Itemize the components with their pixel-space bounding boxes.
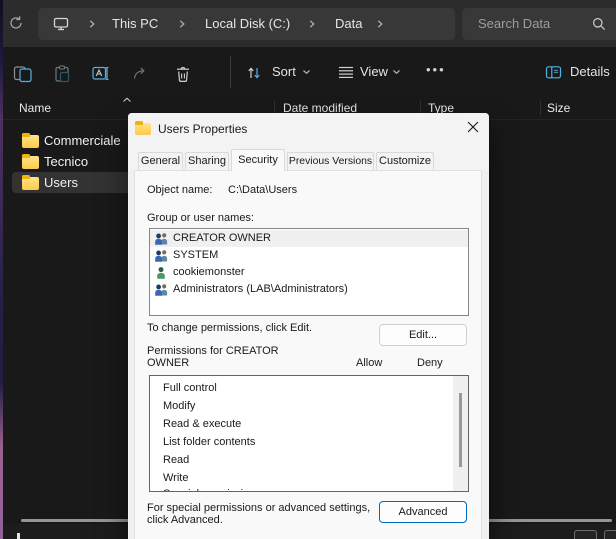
explorer-toolbar: Sort View ••• Details bbox=[3, 47, 616, 96]
group-name: CREATOR OWNER bbox=[173, 230, 271, 247]
chevron-right-icon bbox=[308, 19, 316, 29]
users-properties-dialog: Users Properties General Sharing Securit… bbox=[128, 113, 489, 539]
group-row-administrators[interactable]: Administrators (LAB\Administrators) bbox=[150, 281, 468, 298]
advanced-hint-line2: click Advanced. bbox=[147, 514, 223, 526]
object-name-value: C:\Data\Users bbox=[228, 184, 297, 196]
permissions-for-label-line1: Permissions for CREATOR bbox=[147, 345, 279, 357]
details-label: Details bbox=[570, 47, 610, 96]
search-icon bbox=[592, 17, 606, 31]
group-user-listbox[interactable]: CREATOR OWNER SYSTEM cookiemonster Admin… bbox=[149, 228, 469, 316]
dialog-title: Users Properties bbox=[158, 113, 247, 145]
edit-button[interactable]: Edit... bbox=[379, 324, 467, 346]
group-name: Administrators (LAB\Administrators) bbox=[173, 281, 348, 298]
details-view-toggle-button[interactable] bbox=[574, 530, 597, 539]
sort-ascending-icon bbox=[122, 97, 132, 103]
breadcrumb-this-pc[interactable]: This PC bbox=[112, 8, 158, 40]
breadcrumb: This PC Local Disk (C:) Data bbox=[38, 8, 455, 40]
user-icon bbox=[154, 266, 169, 279]
chevron-right-icon bbox=[178, 19, 186, 29]
permissions-scrollbar[interactable] bbox=[453, 376, 468, 491]
refresh-button[interactable] bbox=[8, 15, 30, 33]
tab-customize[interactable]: Customize bbox=[376, 152, 434, 170]
group-name: cookiemonster bbox=[173, 264, 245, 281]
file-name: Users bbox=[44, 172, 78, 193]
group-name: SYSTEM bbox=[173, 247, 218, 264]
delete-icon[interactable] bbox=[175, 65, 191, 83]
file-name: Tecnico bbox=[44, 151, 88, 172]
object-name-label: Object name: bbox=[147, 184, 212, 196]
change-permissions-hint: To change permissions, click Edit. bbox=[147, 322, 312, 334]
search-placeholder: Search Data bbox=[478, 8, 550, 40]
refresh-icon bbox=[8, 15, 24, 31]
sort-icon bbox=[246, 65, 262, 81]
tab-sharing[interactable]: Sharing bbox=[185, 152, 229, 170]
search-box[interactable]: Search Data bbox=[462, 8, 616, 40]
permission-row-list-folder-contents[interactable]: List folder contents bbox=[163, 433, 255, 451]
permission-row-read-execute[interactable]: Read & execute bbox=[163, 415, 241, 433]
page: This PC Local Disk (C:) Data Search Data… bbox=[0, 0, 616, 539]
group-or-user-names-label: Group or user names: bbox=[147, 212, 254, 224]
sort-label: Sort bbox=[272, 47, 296, 96]
advanced-hint-line1: For special permissions or advanced sett… bbox=[147, 502, 370, 514]
chevron-down-icon bbox=[392, 69, 401, 75]
close-icon bbox=[467, 121, 479, 133]
permission-row-special-permissions[interactable]: Special permissions bbox=[163, 485, 261, 492]
this-pc-icon bbox=[53, 17, 69, 31]
breadcrumb-data[interactable]: Data bbox=[335, 8, 362, 40]
folder-icon bbox=[22, 156, 39, 169]
status-item-count-clipped bbox=[17, 533, 20, 539]
view-label: View bbox=[360, 47, 388, 96]
chevron-right-icon bbox=[88, 19, 96, 29]
dialog-title-bar: Users Properties bbox=[128, 113, 489, 145]
permissions-for-label-line2: OWNER bbox=[147, 357, 189, 369]
users-group-icon bbox=[154, 283, 169, 296]
permission-row-full-control[interactable]: Full control bbox=[163, 379, 217, 397]
column-header-name[interactable]: Name bbox=[19, 99, 51, 117]
more-options-button[interactable]: ••• bbox=[426, 47, 446, 96]
toolbar-separator bbox=[230, 56, 231, 88]
advanced-button[interactable]: Advanced bbox=[379, 501, 467, 523]
details-icon bbox=[545, 65, 562, 80]
deny-column-label: Deny bbox=[417, 357, 443, 369]
permissions-listbox[interactable]: Full control Modify Read & execute List … bbox=[149, 375, 469, 492]
explorer-address-bar: This PC Local Disk (C:) Data Search Data bbox=[3, 0, 616, 47]
tab-general[interactable]: General bbox=[138, 152, 183, 170]
users-group-icon bbox=[154, 232, 169, 245]
chevron-right-icon bbox=[376, 19, 384, 29]
users-group-icon bbox=[154, 249, 169, 262]
permissions-scrollbar-thumb[interactable] bbox=[459, 393, 462, 467]
allow-column-label: Allow bbox=[356, 357, 382, 369]
group-row-system[interactable]: SYSTEM bbox=[150, 247, 468, 264]
folder-icon bbox=[22, 177, 39, 190]
share-icon[interactable] bbox=[132, 65, 150, 81]
column-separator[interactable] bbox=[540, 100, 541, 115]
permission-row-read[interactable]: Read bbox=[163, 451, 189, 469]
column-header-size[interactable]: Size bbox=[547, 99, 570, 117]
file-name: Commerciale bbox=[44, 130, 121, 151]
close-button[interactable] bbox=[459, 113, 487, 141]
group-row-creator-owner[interactable]: CREATOR OWNER bbox=[150, 230, 468, 247]
rename-icon[interactable] bbox=[92, 65, 112, 82]
folder-icon bbox=[22, 135, 39, 148]
chevron-down-icon bbox=[302, 69, 311, 75]
paste-icon[interactable] bbox=[53, 65, 71, 83]
copy-icon[interactable] bbox=[13, 65, 34, 83]
permission-row-modify[interactable]: Modify bbox=[163, 397, 195, 415]
tab-security[interactable]: Security bbox=[231, 149, 285, 171]
group-row-cookiemonster[interactable]: cookiemonster bbox=[150, 264, 468, 281]
view-icon bbox=[338, 65, 354, 80]
thumbnail-view-toggle-button[interactable] bbox=[604, 530, 616, 539]
breadcrumb-local-disk[interactable]: Local Disk (C:) bbox=[205, 8, 290, 40]
tab-previous-versions[interactable]: Previous Versions bbox=[287, 152, 374, 170]
